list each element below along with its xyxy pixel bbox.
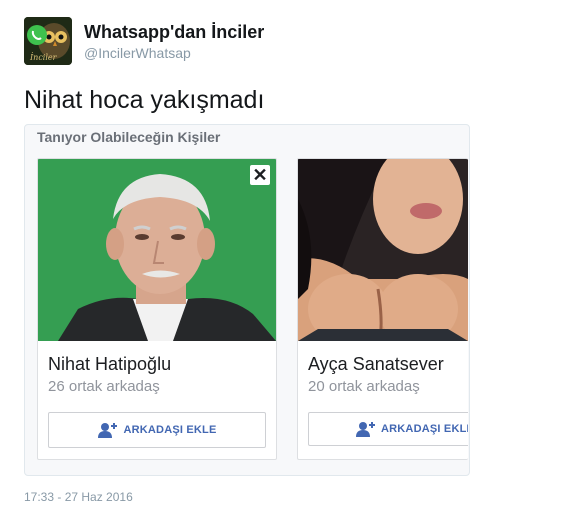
suggestion-item: ✕ Nihat Hatipoğlu 26 ortak arkadaş ARKAD… [37,158,277,460]
add-friend-label: ARKADAŞI EKLE [123,424,217,436]
add-friend-label: ARKADAŞI EKLE [381,423,468,435]
avatar-label: İnciler [30,53,57,62]
add-friend-icon [98,423,118,438]
tweet-timestamp[interactable]: 17:33 - 27 Haz 2016 [24,490,133,504]
suggestion-name[interactable]: Nihat Hatipoğlu [48,354,171,375]
suggestions-card-image: Tanıyor Olabileceğin Kişiler ✕ Nihat Hat… [24,124,470,476]
mutual-friends-count: 20 ortak arkadaş [308,378,420,395]
dismiss-suggestion-icon[interactable]: ✕ [250,165,270,185]
mutual-friends-count: 26 ortak arkadaş [48,378,160,395]
suggestion-item: Ayça Sanatsever 20 ortak arkadaş ARKADAŞ… [297,158,468,460]
profile-photo [38,159,276,341]
add-friend-button[interactable]: ARKADAŞI EKLE [48,412,266,448]
user-handle[interactable]: @IncilerWhatsap [84,45,191,61]
suggestion-name[interactable]: Ayça Sanatsever [308,354,444,375]
profile-avatar[interactable]: İnciler [24,17,72,65]
add-friend-button[interactable]: ARKADAŞI EKLE [308,412,468,446]
add-friend-icon [356,422,375,437]
profile-photo [298,159,468,341]
tweet-text: Nihat hoca yakışmadı [24,86,265,114]
suggestions-header: Tanıyor Olabileceğin Kişiler [37,129,221,145]
display-name[interactable]: Whatsapp'dan İnciler [84,22,264,43]
